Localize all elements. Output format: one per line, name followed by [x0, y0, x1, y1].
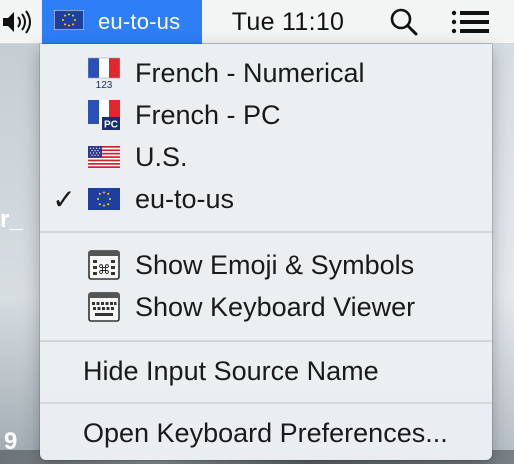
background-window-text: r_ [0, 206, 23, 233]
menu-item-eu-to-us[interactable]: ✓ eu-to-us [40, 178, 492, 220]
desktop-right-edge [492, 44, 514, 464]
speaker-volume-icon[interactable] [0, 0, 36, 44]
menu-item-us[interactable]: U.S. [40, 136, 492, 178]
menu-separator [40, 231, 492, 233]
background-window-text: 9 [4, 428, 18, 455]
menu-item-label: Show Keyboard Viewer [135, 291, 416, 322]
menu-item-show-keyboard-viewer[interactable]: Show Keyboard Viewer [40, 286, 492, 328]
svg-text:⌘: ⌘ [98, 263, 111, 278]
menu-item-french-pc[interactable]: PC French - PC [40, 94, 492, 136]
emoji-symbols-icon: ⌘ [88, 249, 120, 281]
input-source-dropdown: 123 French - Numerical PC French - PC U.… [40, 44, 492, 460]
menu-separator [40, 340, 492, 342]
checkmark-icon: ✓ [52, 183, 76, 215]
menu-item-label: eu-to-us [135, 183, 235, 214]
menu-item-hide-input-source-name[interactable]: Hide Input Source Name [40, 350, 492, 392]
menu-item-show-emoji-symbols[interactable]: ⌘ Show Emoji & Symbols [40, 244, 492, 286]
spotlight-search-icon[interactable] [380, 0, 428, 44]
menu-item-label: French - Numerical [135, 57, 365, 88]
menu-item-label: Open Keyboard Preferences... [83, 417, 448, 448]
input-source-name: eu-to-us [98, 9, 181, 34]
notification-center-icon[interactable] [440, 0, 500, 44]
menu-bar: eu-to-us Tue 11:10 [0, 0, 514, 44]
keyboard-viewer-icon [88, 291, 120, 323]
desktop-left-edge [0, 44, 40, 464]
menu-item-label: French - PC [135, 99, 281, 130]
french-pc-flag-icon: PC [88, 99, 120, 131]
menu-bar-clock[interactable]: Tue 11:10 [216, 0, 360, 44]
input-source-menu[interactable]: eu-to-us [42, 0, 202, 44]
menu-item-open-keyboard-preferences[interactable]: Open Keyboard Preferences... [40, 412, 492, 454]
menu-item-french-numerical[interactable]: 123 French - Numerical [40, 52, 492, 94]
us-flag-icon [88, 141, 120, 173]
menu-separator [40, 402, 492, 404]
french-numerical-flag-icon: 123 [88, 57, 120, 89]
menu-item-label: U.S. [135, 141, 188, 172]
eu-flag-icon [88, 183, 120, 215]
menu-item-label: Show Emoji & Symbols [135, 249, 415, 280]
eu-flag-icon [53, 9, 85, 35]
menu-item-label: Hide Input Source Name [83, 355, 379, 386]
svg-text:PC: PC [104, 120, 118, 131]
svg-text:123: 123 [96, 80, 113, 89]
